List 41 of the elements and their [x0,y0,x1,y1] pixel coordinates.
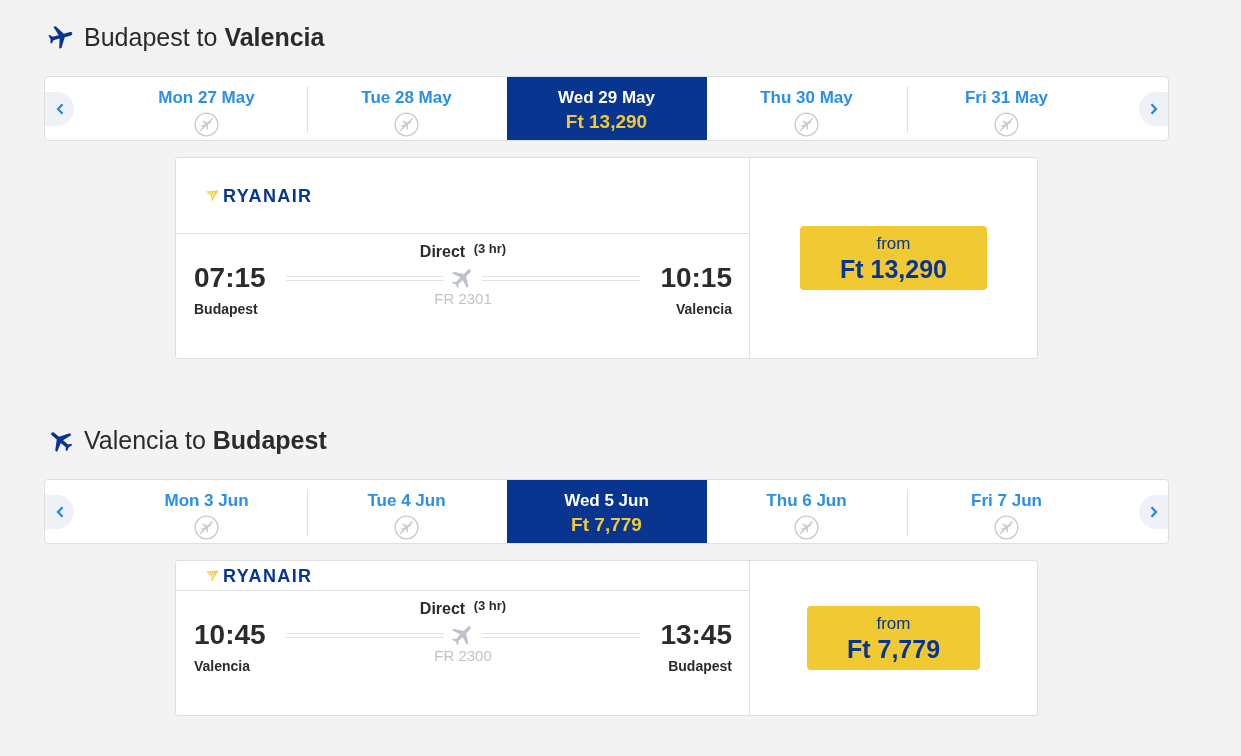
plane-icon [48,24,74,50]
route-title: Valencia to Budapest [84,425,327,456]
flight-number: FR 2301 [434,290,492,308]
arrival-city: Budapest [668,657,732,675]
date-tab[interactable]: Fri 7 Jun [906,480,1107,543]
date-tab[interactable]: Thu 30 May [706,77,907,140]
flight-stops: Direct $^{(3 hr)}$ [419,241,507,262]
price-button[interactable]: from Ft 13,290 [800,226,987,290]
price-button[interactable]: from Ft 7,779 [806,606,981,670]
date-tab[interactable]: Mon 3 Jun [106,480,307,543]
date-tab[interactable]: Tue 4 Jun [306,480,507,543]
date-tab[interactable]: Thu 6 Jun [706,480,907,543]
previous-dates-button[interactable] [45,494,74,529]
chevron-left-icon [55,505,64,518]
departure-city: Valencia [194,657,251,675]
chevron-left-icon [55,102,64,115]
chevron-right-icon [1149,102,1158,115]
chevron-right-icon [1149,505,1158,518]
date-tab[interactable]: Tue 28 May [306,77,507,140]
plane-icon [452,624,474,646]
arrival-city: Valencia [675,300,732,318]
airline-logo-icon [206,189,219,202]
departure-time: 10:45 [194,618,266,652]
departure-city: Budapest [194,300,258,318]
airline-logo-icon [206,569,219,582]
flight-number: FR 2300 [434,647,492,665]
departure-time: 07:15 [194,261,266,295]
airline-name: RYANAIR [223,185,313,206]
flight-stops: Direct $^{(3 hr)}$ [419,598,507,619]
next-dates-button[interactable] [1139,494,1168,529]
arrival-time: 13:45 [660,618,732,652]
date-tab[interactable]: Mon 27 May [106,77,307,140]
plane-icon [452,267,474,289]
arrival-time: 10:15 [660,261,732,295]
date-tab[interactable]: Fri 31 May [906,77,1107,140]
previous-dates-button[interactable] [45,91,74,126]
airline-name: RYANAIR [223,565,313,586]
route-title: Budapest to Valencia [84,22,325,53]
next-dates-button[interactable] [1139,91,1168,126]
date-tab[interactable]: Wed 5 Jun Ft 7,779 [506,480,707,543]
date-tab[interactable]: Wed 29 May Ft 13,290 [506,77,707,140]
